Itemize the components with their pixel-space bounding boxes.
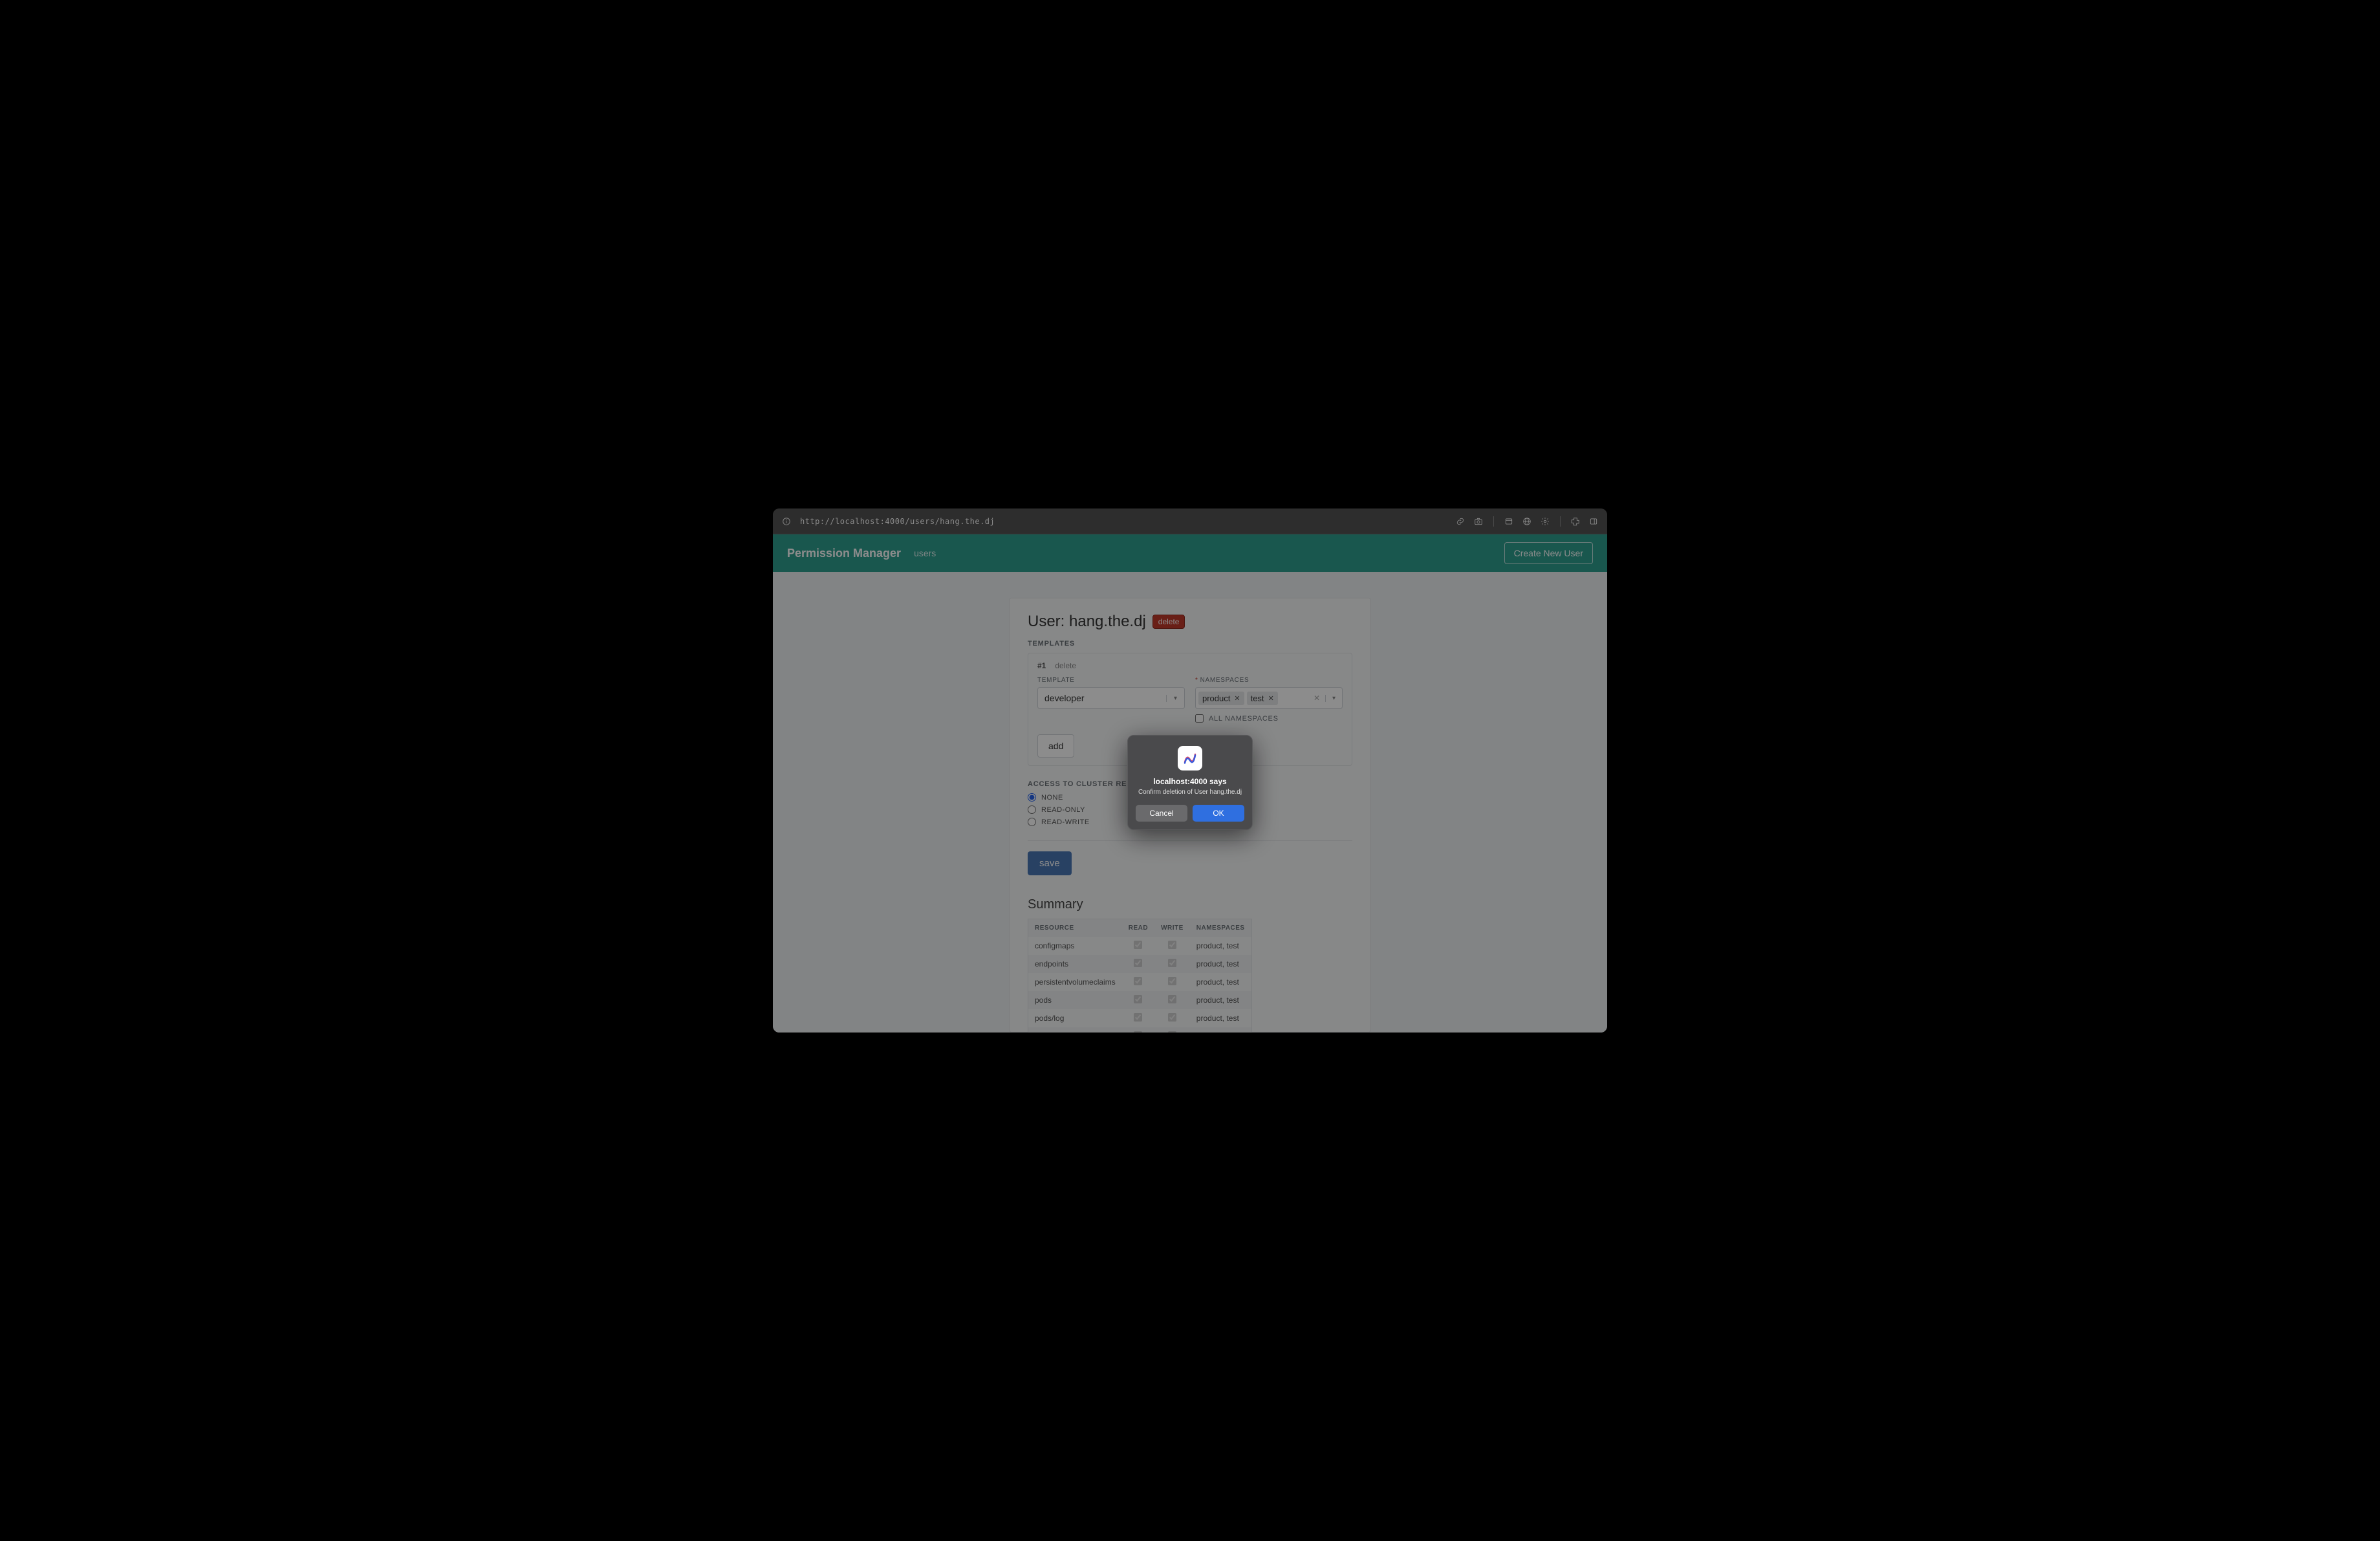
- app-icon: [1178, 746, 1202, 770]
- confirm-dialog: localhost:4000 says Confirm deletion of …: [1127, 735, 1253, 830]
- modal-wrap: localhost:4000 says Confirm deletion of …: [773, 508, 1607, 1033]
- browser-window: http://localhost:4000/users/hang.the.dj …: [773, 508, 1607, 1033]
- dialog-message: Confirm deletion of User hang.the.dj: [1136, 789, 1244, 796]
- dialog-title: localhost:4000 says: [1136, 777, 1244, 786]
- ok-button[interactable]: OK: [1193, 805, 1244, 822]
- cancel-button[interactable]: Cancel: [1136, 805, 1187, 822]
